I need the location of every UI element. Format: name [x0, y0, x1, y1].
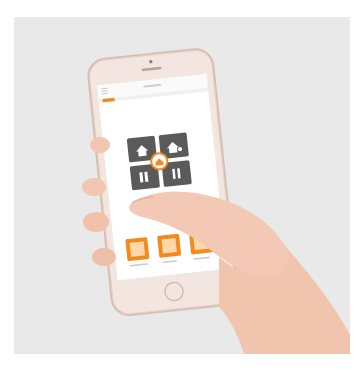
shutter-icon	[161, 238, 177, 254]
window-icon	[129, 241, 146, 257]
control-grid	[126, 132, 192, 191]
photo-frame	[14, 17, 350, 354]
smartphone	[87, 48, 238, 316]
photo-page	[0, 0, 364, 371]
scene-illustration	[14, 17, 350, 354]
